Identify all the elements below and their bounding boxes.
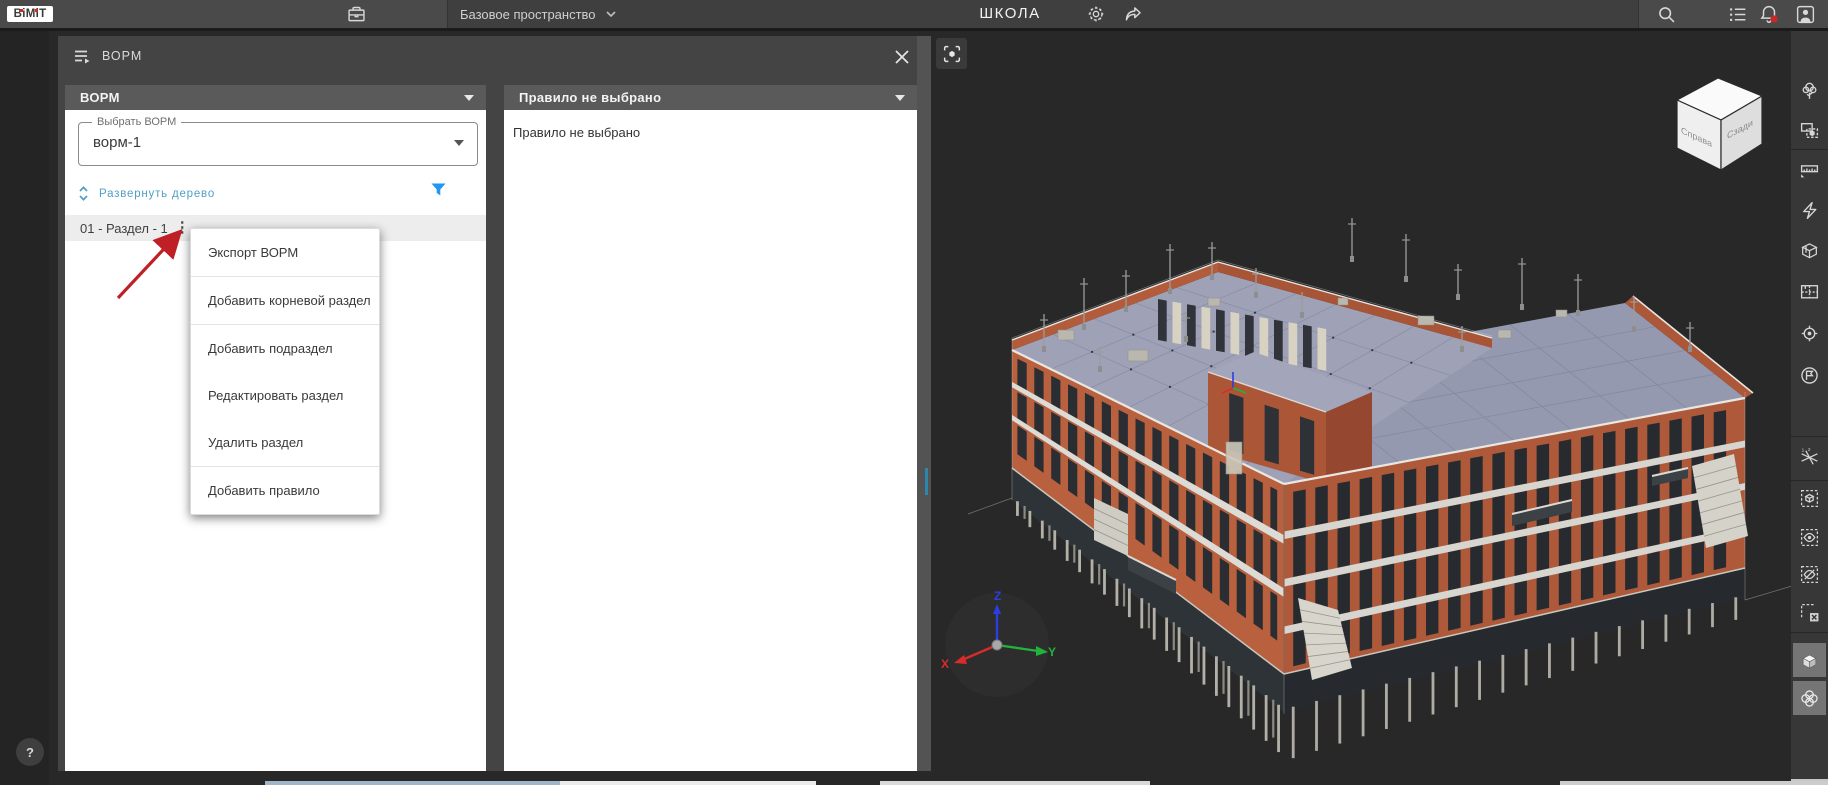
user-icon[interactable] [1794, 3, 1816, 25]
svg-text:2: 2 [1808, 447, 1811, 453]
briefcase-icon[interactable] [345, 3, 367, 25]
panel-menu-icon[interactable] [74, 49, 92, 64]
orbit-navigation-icon[interactable] [1793, 681, 1826, 715]
vorm-select[interactable]: Выбрать ВОРМ ворм-1 [78, 116, 478, 166]
bottom-cutoff-strip [1560, 781, 1828, 785]
chevron-down-icon [464, 95, 474, 101]
rule-subpanel: Правило не выбрано Правило не выбрано [504, 85, 917, 771]
top-bar [0, 0, 1828, 28]
expand-tree-link[interactable]: Развернуть дерево [78, 185, 215, 202]
panel-edge [917, 36, 931, 771]
fit-screen-button[interactable] [936, 38, 967, 69]
bell-icon[interactable] [1758, 3, 1780, 25]
section-flash-icon[interactable] [1793, 193, 1826, 227]
chevron-down-icon [895, 95, 905, 101]
building-model [967, 218, 1793, 759]
window-title: ВОРМ [102, 49, 143, 63]
share-icon[interactable] [1122, 3, 1144, 25]
vorm-select-label: Выбрать ВОРМ [92, 116, 182, 128]
annotation-arrow [116, 228, 183, 300]
bottom-cutoff-strip [880, 781, 1150, 785]
logo-dot-1 [20, 9, 23, 12]
isolate-selection-icon[interactable] [1793, 113, 1826, 147]
isolate-dashed-icon[interactable] [1793, 481, 1826, 515]
axis-gizmo[interactable]: Z X Y [941, 589, 1056, 697]
tree-context-menu: Экспорт ВОРМ Добавить корневой раздел До… [190, 228, 380, 515]
menu-item-add-root-section[interactable]: Добавить корневой раздел [191, 277, 379, 325]
panel-scrollbar-thumb[interactable] [925, 468, 928, 495]
project-title: ШКОЛА [979, 5, 1041, 22]
help-button[interactable]: ? [16, 738, 44, 766]
vorm-select-value: ворм-1 [93, 134, 142, 151]
svg-text:1: 1 [1802, 447, 1805, 453]
flag-icon[interactable] [1793, 358, 1826, 392]
nav-cube[interactable]: Справа Сзади [1675, 77, 1764, 172]
grid-axes-icon[interactable]: 1 2 [1793, 440, 1826, 474]
rule-section-header[interactable]: Правило не выбрано [504, 85, 917, 110]
axis-label-x: X [941, 657, 949, 671]
close-icon[interactable] [892, 47, 912, 67]
panel-titlebar: ВОРМ [58, 36, 931, 76]
axis-label-z: Z [994, 589, 1001, 603]
vorm-section-header[interactable]: ВОРМ [65, 85, 486, 110]
search-icon[interactable] [1655, 3, 1677, 25]
left-toolbar [0, 30, 49, 785]
vorm-window: ВОРМ ВОРМ Выбрать ВОРМ ворм-1 Развернуть… [58, 36, 931, 771]
notification-badge [1770, 15, 1778, 23]
gear-icon[interactable] [1085, 3, 1107, 25]
menu-item-add-rule[interactable]: Добавить правило [191, 467, 379, 514]
vegetation-tree-icon[interactable] [1793, 73, 1826, 107]
menu-item-edit-section[interactable]: Редактировать раздел [191, 372, 379, 419]
right-toolbar: 1 2 [1791, 30, 1828, 785]
axis-label-y: Y [1048, 645, 1056, 659]
bottom-cutoff-strip [265, 781, 560, 785]
menu-item-export-vorm[interactable]: Экспорт ВОРМ [191, 229, 379, 277]
chevron-down-icon [454, 140, 464, 146]
menu-item-delete-section[interactable]: Удалить раздел [191, 419, 379, 467]
measure-ruler-icon[interactable] [1793, 151, 1826, 185]
floor-plan-icon[interactable] [1793, 274, 1826, 308]
list-icon[interactable] [1726, 3, 1748, 25]
workspace-selector[interactable]: Базовое пространство [460, 0, 616, 28]
bottom-cutoff-strip [560, 781, 816, 785]
logo-dot-2 [35, 9, 38, 12]
focus-target-icon[interactable] [1793, 316, 1826, 350]
show-selection-eye-icon[interactable] [1793, 520, 1826, 554]
app-logo[interactable]: BiMiT [7, 6, 53, 22]
chevron-down-icon [605, 11, 616, 17]
top-bar-shadow [0, 28, 1828, 31]
view-cube-shaded-icon[interactable] [1793, 643, 1826, 677]
unfold-icon [79, 186, 88, 201]
rule-empty-text: Правило не выбрано [513, 125, 641, 140]
hide-selection-eye-off-icon[interactable] [1793, 557, 1826, 591]
filter-icon[interactable] [431, 183, 446, 196]
menu-item-add-subsection[interactable]: Добавить подраздел [191, 325, 379, 372]
clear-selection-icon[interactable] [1793, 595, 1826, 629]
section-box-icon[interactable] [1793, 233, 1826, 267]
